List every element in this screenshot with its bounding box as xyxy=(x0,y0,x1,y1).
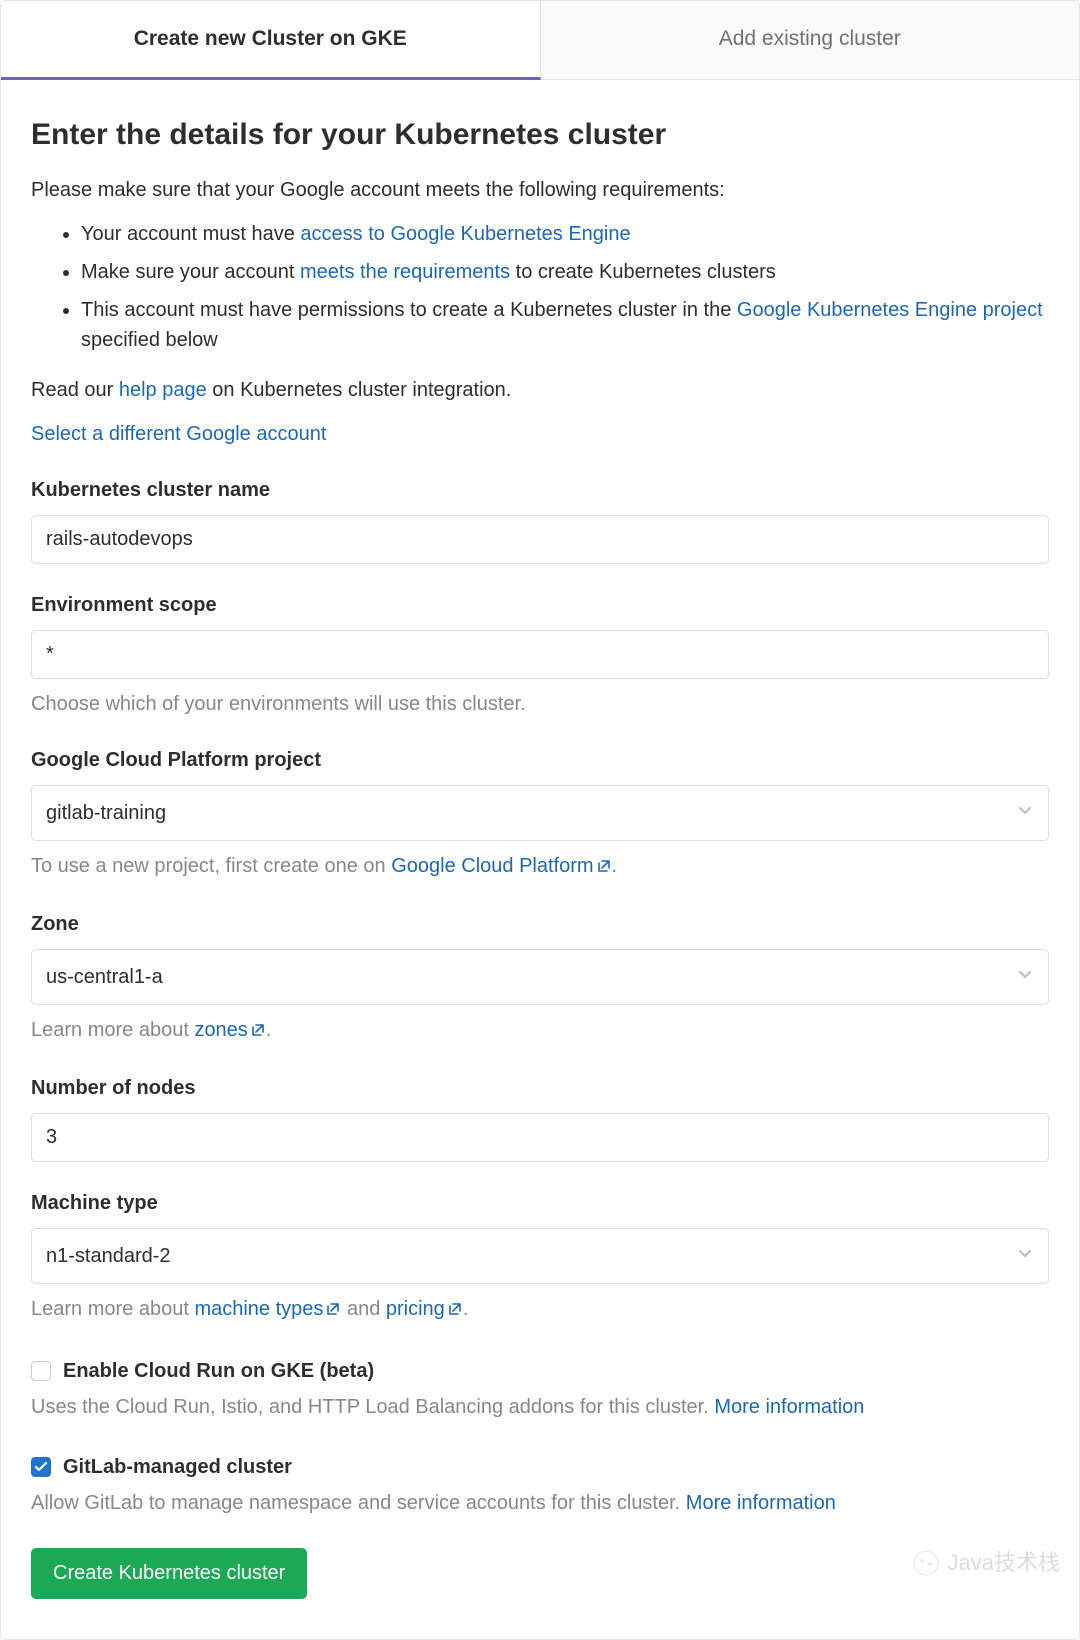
environment-scope-input[interactable] xyxy=(31,630,1049,679)
text: This account must have permissions to cr… xyxy=(81,299,737,321)
text: to create Kubernetes clusters xyxy=(510,261,776,283)
managed-more-link[interactable]: More information xyxy=(686,1492,836,1514)
page-heading: Enter the details for your Kubernetes cl… xyxy=(31,112,1049,157)
gcp-link[interactable]: Google Cloud Platform xyxy=(391,855,611,877)
text: on Kubernetes cluster integration. xyxy=(207,379,512,401)
environment-scope-label: Environment scope xyxy=(31,590,1049,620)
cluster-name-input[interactable] xyxy=(31,515,1049,564)
gcp-project-help: To use a new project, first create one o… xyxy=(31,851,1049,883)
external-link-icon xyxy=(325,1296,341,1326)
gcp-project-label: Google Cloud Platform project xyxy=(31,745,1049,775)
text: Learn more about xyxy=(31,1298,194,1320)
requirements-list: Your account must have access to Google … xyxy=(81,219,1049,355)
create-cluster-button[interactable]: Create Kubernetes cluster xyxy=(31,1548,307,1599)
cluster-name-label: Kubernetes cluster name xyxy=(31,475,1049,505)
text: Make sure your account xyxy=(81,261,300,283)
cluster-panel: Create new Cluster on GKE Add existing c… xyxy=(0,0,1080,1640)
machine-type-help: Learn more about machine types and prici… xyxy=(31,1294,1049,1326)
text: . xyxy=(463,1298,469,1320)
gke-project-link[interactable]: Google Kubernetes Engine project xyxy=(737,299,1043,321)
zone-help: Learn more about zones. xyxy=(31,1015,1049,1047)
gcp-project-select[interactable]: gitlab-training xyxy=(31,785,1049,841)
cloud-run-more-link[interactable]: More information xyxy=(714,1396,864,1418)
managed-label: GitLab-managed cluster xyxy=(63,1452,292,1482)
help-page-link[interactable]: help page xyxy=(119,379,207,401)
text: and xyxy=(341,1298,385,1320)
field-environment-scope: Environment scope Choose which of your e… xyxy=(31,590,1049,719)
text: . xyxy=(266,1019,272,1041)
field-nodes: Number of nodes xyxy=(31,1073,1049,1162)
external-link-icon xyxy=(447,1296,463,1326)
text: Allow GitLab to manage namespace and ser… xyxy=(31,1492,686,1514)
external-link-icon xyxy=(596,853,612,883)
environment-scope-help: Choose which of your environments will u… xyxy=(31,689,1049,719)
gke-access-link[interactable]: access to Google Kubernetes Engine xyxy=(300,223,630,245)
external-link-icon xyxy=(250,1017,266,1047)
zones-link[interactable]: zones xyxy=(194,1019,265,1041)
field-cluster-name: Kubernetes cluster name xyxy=(31,475,1049,564)
cloud-run-label: Enable Cloud Run on GKE (beta) xyxy=(63,1356,374,1386)
field-gcp-project: Google Cloud Platform project gitlab-tra… xyxy=(31,745,1049,883)
machine-type-select[interactable]: n1-standard-2 xyxy=(31,1228,1049,1284)
text: Read our xyxy=(31,379,119,401)
tab-create-new-cluster[interactable]: Create new Cluster on GKE xyxy=(1,1,541,80)
help-page-text: Read our help page on Kubernetes cluster… xyxy=(31,375,1049,405)
cloud-run-checkbox[interactable] xyxy=(31,1361,51,1381)
nodes-input[interactable] xyxy=(31,1113,1049,1162)
managed-row: GitLab-managed cluster xyxy=(31,1452,1049,1482)
text: . xyxy=(612,855,618,877)
machine-type-label: Machine type xyxy=(31,1188,1049,1218)
requirement-item: Make sure your account meets the require… xyxy=(81,257,1049,287)
select-account-link[interactable]: Select a different Google account xyxy=(31,423,326,445)
managed-help: Allow GitLab to manage namespace and ser… xyxy=(31,1488,1049,1518)
requirement-item: This account must have permissions to cr… xyxy=(81,295,1049,355)
requirements-link[interactable]: meets the requirements xyxy=(300,261,510,283)
intro-text: Please make sure that your Google accoun… xyxy=(31,175,1049,205)
field-machine-type: Machine type n1-standard-2 Learn more ab… xyxy=(31,1188,1049,1326)
managed-checkbox[interactable] xyxy=(31,1457,51,1477)
tab-add-existing-cluster[interactable]: Add existing cluster xyxy=(541,1,1080,79)
content: Enter the details for your Kubernetes cl… xyxy=(1,80,1079,1639)
text: specified below xyxy=(81,329,218,351)
pricing-link[interactable]: pricing xyxy=(386,1298,463,1320)
zone-label: Zone xyxy=(31,909,1049,939)
text: To use a new project, first create one o… xyxy=(31,855,391,877)
requirement-item: Your account must have access to Google … xyxy=(81,219,1049,249)
cloud-run-row: Enable Cloud Run on GKE (beta) xyxy=(31,1356,1049,1386)
nodes-label: Number of nodes xyxy=(31,1073,1049,1103)
cloud-run-help: Uses the Cloud Run, Istio, and HTTP Load… xyxy=(31,1392,1049,1422)
machine-types-link[interactable]: machine types xyxy=(194,1298,341,1320)
text: Uses the Cloud Run, Istio, and HTTP Load… xyxy=(31,1396,714,1418)
text: Learn more about xyxy=(31,1019,194,1041)
field-zone: Zone us-central1-a Learn more about zone… xyxy=(31,909,1049,1047)
text: Your account must have xyxy=(81,223,300,245)
zone-select[interactable]: us-central1-a xyxy=(31,949,1049,1005)
tabs: Create new Cluster on GKE Add existing c… xyxy=(1,1,1079,80)
